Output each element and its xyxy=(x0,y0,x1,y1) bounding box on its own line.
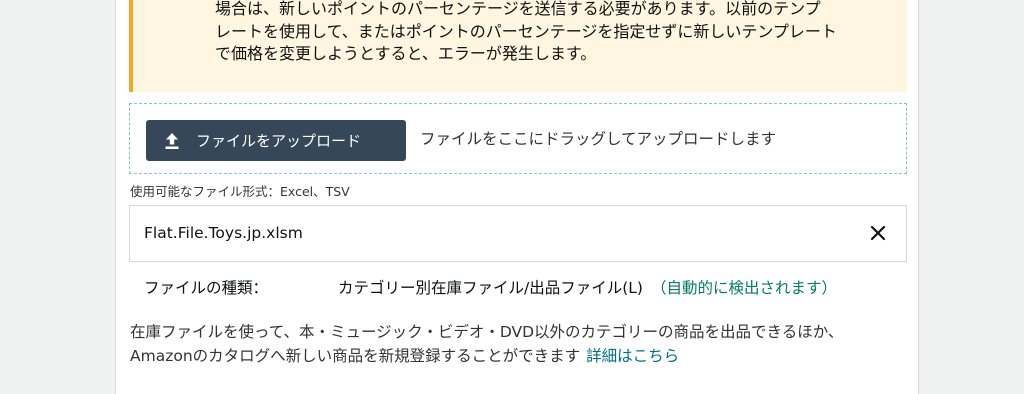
file-type-value: カテゴリー別在庫ファイル/出品ファイル(L) （自動的に検出されます） xyxy=(338,276,837,298)
remove-file-button[interactable] xyxy=(866,221,890,245)
upload-icon xyxy=(165,132,179,149)
close-icon xyxy=(870,225,886,241)
drop-hint: ファイルをここにドラッグしてアップロードします xyxy=(420,130,777,148)
alert-message: 場合は、新しいポイントのパーセンテージを送信する必要があります。以前のテンプ レ… xyxy=(215,0,875,66)
file-type-name: カテゴリー別在庫ファイル/出品ファイル(L) xyxy=(338,279,643,297)
alert-line: で価格を変更しようとすると、エラーが発生します。 xyxy=(215,44,597,63)
file-dropzone[interactable]: ファイルをアップロード ファイルをここにドラッグしてアップロードします xyxy=(129,103,907,174)
description-text: 在庫ファイルを使って、本・ミュージック・ビデオ・DVD以外のカテゴリーの商品を出… xyxy=(130,323,844,365)
upload-panel: 場合は、新しいポイントのパーセンテージを送信する必要があります。以前のテンプ レ… xyxy=(115,0,919,394)
alert-line: 場合は、新しいポイントのパーセンテージを送信する必要があります。以前のテンプ xyxy=(215,0,821,18)
file-description: 在庫ファイルを使って、本・ミュージック・ビデオ・DVD以外のカテゴリーの商品を出… xyxy=(130,320,890,368)
warning-alert: 場合は、新しいポイントのパーセンテージを送信する必要があります。以前のテンプ レ… xyxy=(129,0,907,92)
alert-line: レートを使用して、またはポイントのパーセンテージを指定せずに新しいテンプレート xyxy=(215,21,837,41)
upload-file-button[interactable]: ファイルをアップロード xyxy=(146,120,406,161)
upload-button-label: ファイルをアップロード xyxy=(196,132,362,150)
file-type-label: ファイルの種類： xyxy=(144,279,269,297)
selected-file-row: Flat.File.Toys.jp.xlsm xyxy=(129,205,907,262)
learn-more-link[interactable]: 詳細はこちら xyxy=(586,347,679,365)
accepted-formats: 使用可能なファイル形式：Excel、TSV xyxy=(130,184,350,199)
file-name: Flat.File.Toys.jp.xlsm xyxy=(144,224,303,242)
auto-detected-note: （自動的に検出されます） xyxy=(650,279,837,297)
